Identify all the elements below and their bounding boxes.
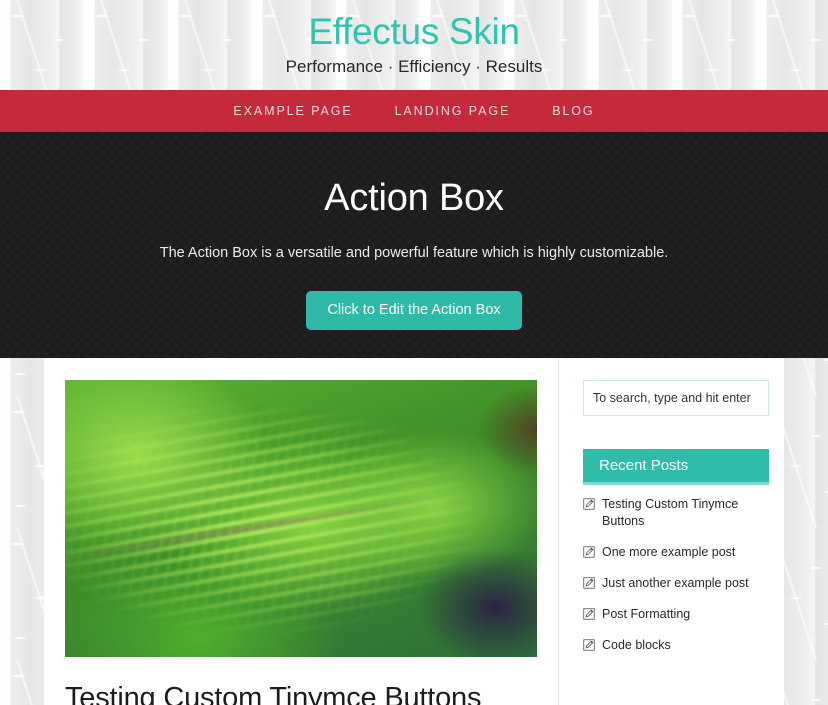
- recent-posts-title: Recent Posts: [583, 449, 769, 485]
- site-tagline: Performance · Efficiency · Results: [285, 57, 543, 76]
- list-item-label[interactable]: One more example post: [602, 544, 735, 561]
- sidebar: Recent Posts Testing Custom Tinymce Butt…: [559, 358, 784, 705]
- list-item[interactable]: Code blocks: [583, 637, 768, 654]
- action-box-subtitle: The Action Box is a versatile and powerf…: [159, 245, 669, 261]
- pencil-square-icon: [583, 577, 595, 589]
- action-box-edit-button[interactable]: Click to Edit the Action Box: [306, 291, 522, 330]
- recent-posts-list: Testing Custom Tinymce Buttons One more …: [583, 496, 768, 654]
- pencil-square-icon: [583, 608, 595, 620]
- site-masthead: Effectus Skin Performance · Efficiency ·…: [0, 0, 828, 90]
- list-item-label[interactable]: Post Formatting: [602, 606, 690, 623]
- post-content-column: Testing Custom Tinymce Buttons: [44, 358, 559, 705]
- page-root: Effectus Skin Performance · Efficiency ·…: [0, 0, 828, 705]
- nav-item-example-page[interactable]: Example Page: [212, 104, 373, 118]
- pencil-square-icon: [583, 498, 595, 510]
- site-title[interactable]: Effectus Skin: [0, 10, 828, 54]
- pencil-square-icon: [583, 546, 595, 558]
- nav-item-blog[interactable]: Blog: [531, 104, 615, 118]
- pencil-square-icon: [583, 639, 595, 651]
- list-item[interactable]: Post Formatting: [583, 606, 768, 623]
- action-box-title: Action Box: [324, 177, 504, 219]
- list-item[interactable]: Testing Custom Tinymce Buttons: [583, 496, 768, 530]
- post-title[interactable]: Testing Custom Tinymce Buttons: [65, 679, 536, 705]
- list-item[interactable]: Just another example post: [583, 575, 768, 592]
- nav-item-landing-page[interactable]: Landing Page: [374, 104, 532, 118]
- list-item-label[interactable]: Code blocks: [602, 637, 671, 654]
- main-container: Testing Custom Tinymce Buttons Recent Po…: [44, 358, 784, 705]
- primary-navigation: Example Page Landing Page Blog: [0, 90, 828, 132]
- list-item-label[interactable]: Just another example post: [602, 575, 749, 592]
- featured-image[interactable]: [65, 380, 537, 657]
- recent-posts-widget: Recent Posts Testing Custom Tinymce Butt…: [583, 449, 769, 654]
- list-item-label[interactable]: Testing Custom Tinymce Buttons: [602, 496, 752, 530]
- list-item[interactable]: One more example post: [583, 544, 768, 561]
- search-input[interactable]: [583, 380, 769, 416]
- action-box: Action Box The Action Box is a versatile…: [0, 132, 828, 358]
